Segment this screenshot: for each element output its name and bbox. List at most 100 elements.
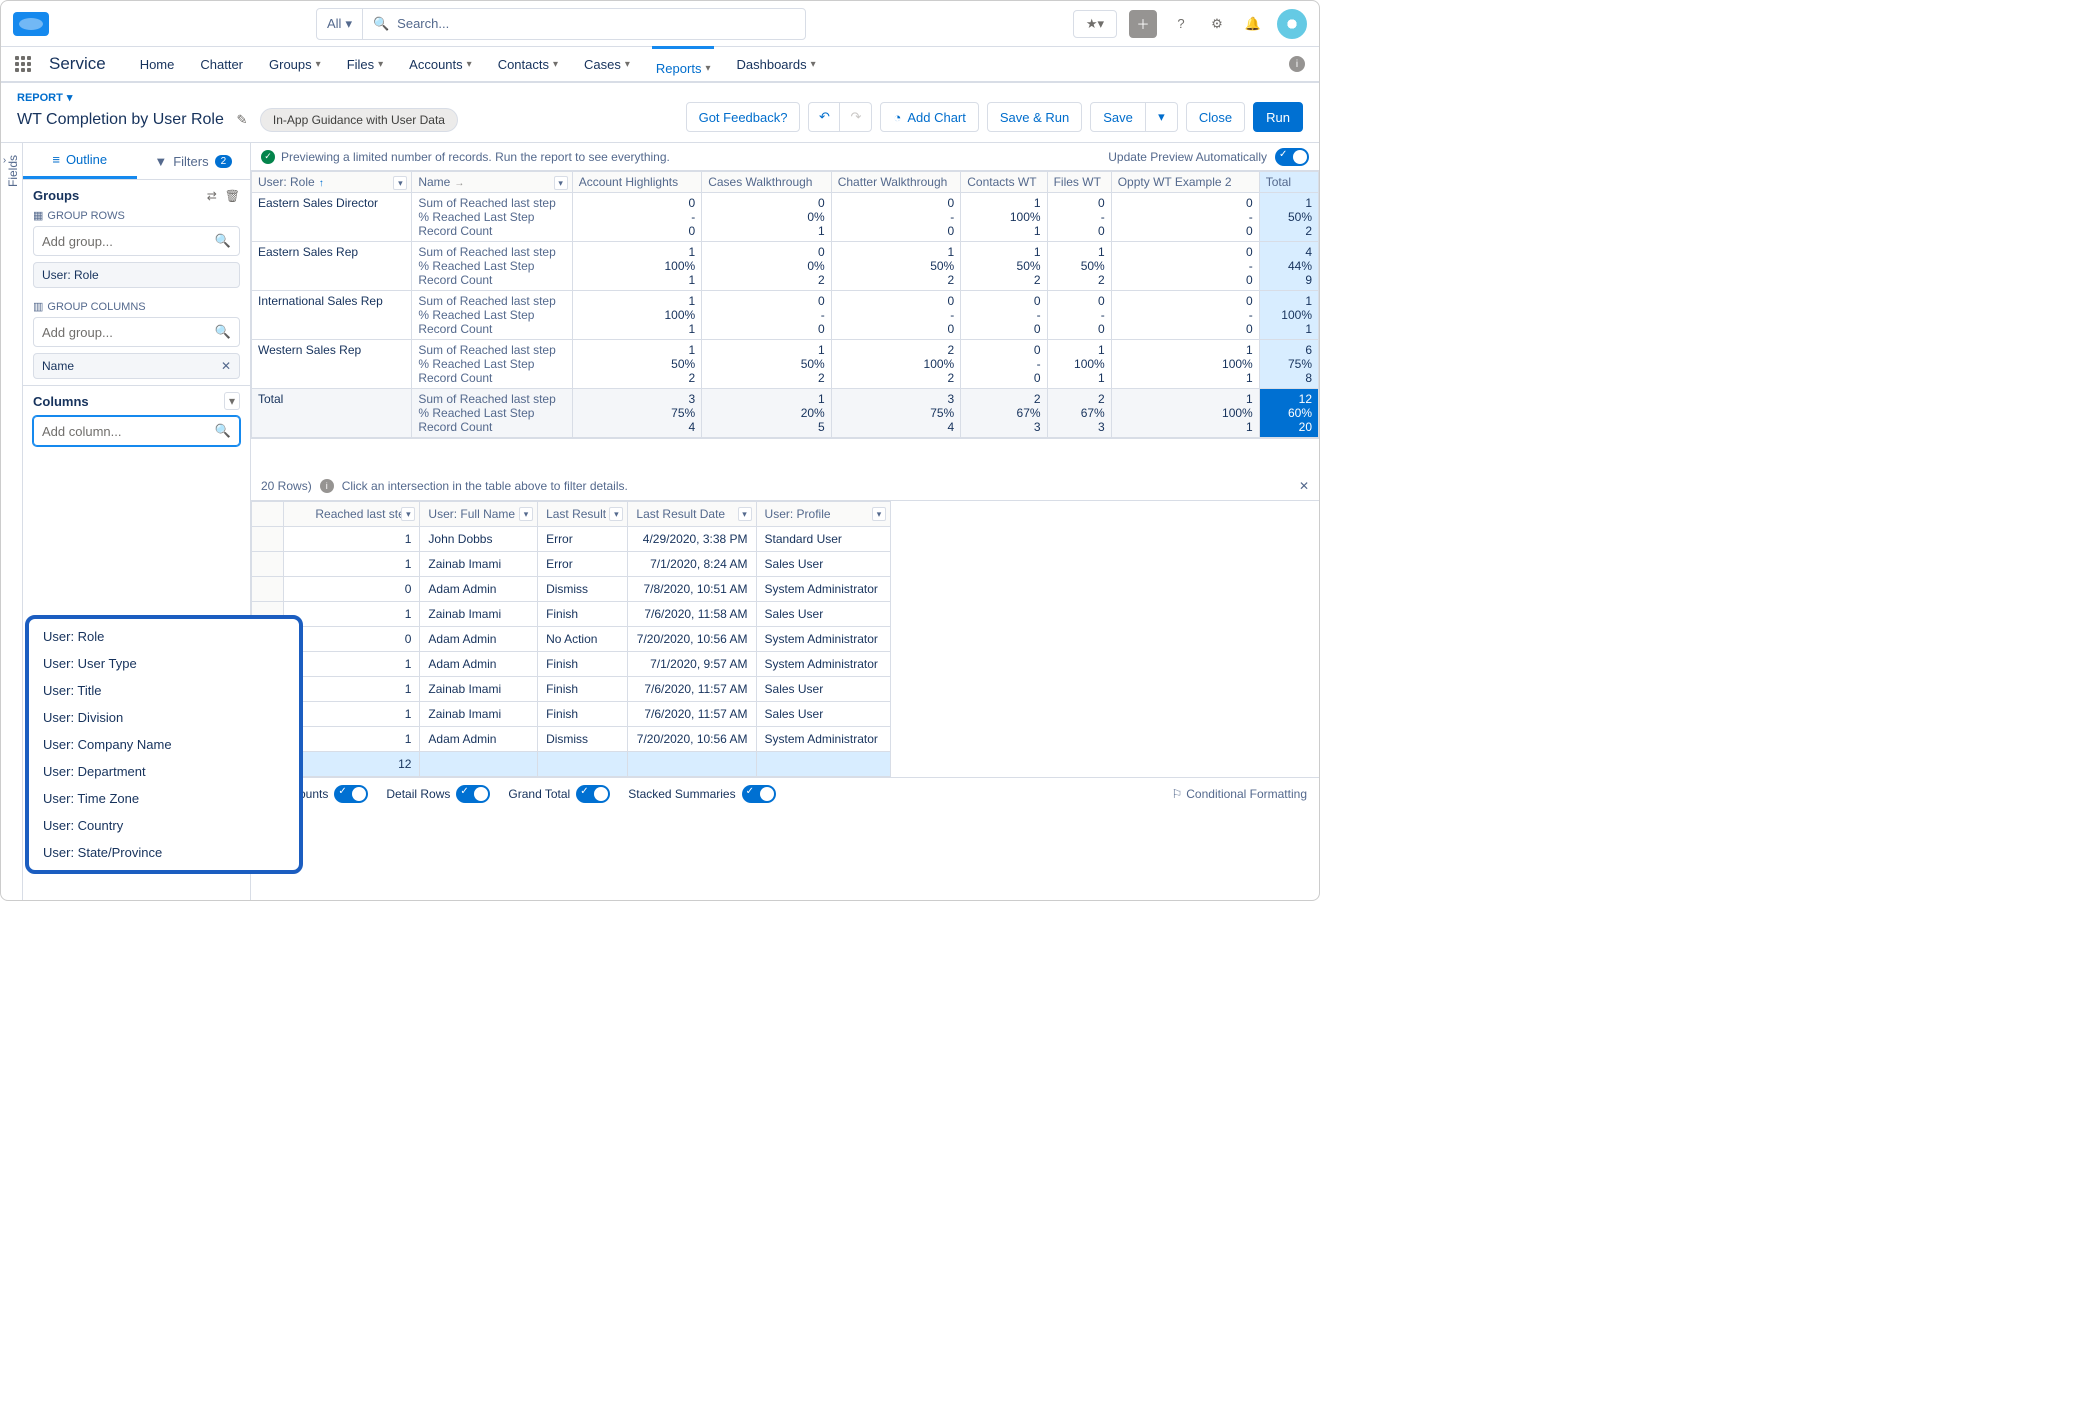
info-icon[interactable]: i xyxy=(320,479,334,493)
detail-cell[interactable]: Adam Admin xyxy=(420,577,538,602)
chevron-down-icon[interactable]: ▾ xyxy=(554,176,568,190)
app-launcher-icon[interactable] xyxy=(15,56,31,72)
detail-cell[interactable]: Zainab Imami xyxy=(420,602,538,627)
pivot-cell[interactable]: 0-0 xyxy=(831,291,961,340)
chevron-down-icon[interactable]: ▾ xyxy=(519,507,533,521)
pivot-cell[interactable]: 150%2 xyxy=(961,242,1047,291)
detail-cell[interactable]: Adam Admin xyxy=(420,627,538,652)
chevron-down-icon[interactable]: ▾ xyxy=(609,507,623,521)
detail-cell[interactable]: 0 xyxy=(283,627,420,652)
chevron-down-icon[interactable]: ▾ xyxy=(738,507,752,521)
pivot-cell[interactable]: 1100%1 xyxy=(572,242,702,291)
fields-rail-collapsed[interactable]: › Fields xyxy=(1,143,23,900)
detail-cell[interactable]: Dismiss xyxy=(538,577,628,602)
col-header[interactable]: Contacts WT xyxy=(961,172,1047,193)
detail-cell[interactable]: Dismiss xyxy=(538,727,628,752)
detail-cell[interactable]: 4/29/2020, 3:38 PM xyxy=(628,527,756,552)
group-chip-name[interactable]: Name✕ xyxy=(33,353,240,379)
col-header[interactable]: Cases Walkthrough xyxy=(702,172,832,193)
pivot-cell[interactable]: 0-0 xyxy=(831,193,961,242)
detail-cell[interactable]: Sales User xyxy=(756,602,890,627)
gear-icon[interactable]: ⚙ xyxy=(1205,12,1229,36)
detail-cell[interactable]: 1 xyxy=(283,702,420,727)
detail-col-header[interactable]: User: Full Name▾ xyxy=(420,502,538,527)
nav-dashboards[interactable]: Dashboards▾ xyxy=(732,57,819,72)
pivot-cell[interactable]: 2100%2 xyxy=(831,340,961,389)
detail-col-header[interactable]: Reached last step▾ xyxy=(283,502,420,527)
pivot-row-label[interactable]: Eastern Sales Rep xyxy=(252,242,412,291)
report-type-label[interactable]: REPORT▾ xyxy=(17,91,686,104)
detail-cell[interactable]: Finish xyxy=(538,602,628,627)
save-button[interactable]: Save xyxy=(1090,102,1146,132)
detail-cell[interactable]: Finish xyxy=(538,677,628,702)
pivot-cell[interactable]: 1100%1 xyxy=(572,291,702,340)
pivot-cell[interactable]: 0-0 xyxy=(572,193,702,242)
conditional-formatting-button[interactable]: ⚐Conditional Formatting xyxy=(1172,787,1308,801)
col-header[interactable]: Account Highlights xyxy=(572,172,702,193)
chevron-down-icon[interactable]: ▾ xyxy=(393,176,407,190)
pivot-cell[interactable]: 150%2 xyxy=(1259,193,1318,242)
detail-cell[interactable]: 1 xyxy=(283,527,420,552)
detail-cell[interactable]: Sales User xyxy=(756,702,890,727)
detail-cell[interactable]: Adam Admin xyxy=(420,727,538,752)
detail-col-header[interactable]: Last Result Date▾ xyxy=(628,502,756,527)
detail-cell[interactable]: 1 xyxy=(283,677,420,702)
pivot-cell[interactable]: 0-0 xyxy=(961,291,1047,340)
detail-cell[interactable]: Adam Admin xyxy=(420,652,538,677)
detail-col-header[interactable]: Last Result▾ xyxy=(538,502,628,527)
delete-icon[interactable]: 🗑 xyxy=(225,189,240,203)
user-avatar[interactable] xyxy=(1277,9,1307,39)
detail-cell[interactable]: 7/1/2020, 8:24 AM xyxy=(628,552,756,577)
edit-title-icon[interactable]: ✎ xyxy=(234,112,250,128)
detail-cell[interactable]: Zainab Imami xyxy=(420,702,538,727)
run-button[interactable]: Run xyxy=(1253,102,1303,132)
detail-cell[interactable]: 7/6/2020, 11:57 AM xyxy=(628,677,756,702)
close-icon[interactable]: ✕ xyxy=(221,359,231,373)
redo-button[interactable]: ↷ xyxy=(840,102,872,132)
detail-cell[interactable]: 7/1/2020, 9:57 AM xyxy=(628,652,756,677)
pivot-cell[interactable]: 0-0 xyxy=(1111,193,1259,242)
col-header-user-role[interactable]: User: Role↑▾ xyxy=(252,172,412,193)
detail-cell[interactable]: System Administrator xyxy=(756,627,890,652)
detail-cell[interactable]: Zainab Imami xyxy=(420,677,538,702)
dropdown-item[interactable]: User: Time Zone xyxy=(29,785,299,812)
got-feedback-button[interactable]: Got Feedback? xyxy=(686,102,801,132)
add-column-input[interactable]: Add column...🔍 xyxy=(33,416,240,446)
chevron-down-icon[interactable]: ▾ xyxy=(401,507,415,521)
detail-cell[interactable]: Error xyxy=(538,527,628,552)
close-detail-icon[interactable]: ✕ xyxy=(1299,479,1309,493)
pivot-cell[interactable]: 0-0 xyxy=(961,340,1047,389)
nav-info-icon[interactable]: i xyxy=(1289,56,1305,72)
save-and-run-button[interactable]: Save & Run xyxy=(987,102,1082,132)
detail-cell[interactable]: No Action xyxy=(538,627,628,652)
pivot-cell[interactable]: 0-0 xyxy=(1111,242,1259,291)
pivot-cell[interactable]: 150%2 xyxy=(1047,242,1111,291)
detail-cell[interactable]: 7/6/2020, 11:58 AM xyxy=(628,602,756,627)
tab-filters[interactable]: ▼Filters2 xyxy=(137,143,251,179)
chevron-down-icon[interactable]: ▾ xyxy=(224,392,240,410)
grand-total-toggle[interactable] xyxy=(576,785,610,803)
detail-cell[interactable]: Finish xyxy=(538,652,628,677)
help-icon[interactable]: ? xyxy=(1169,12,1193,36)
pivot-row-label[interactable]: Western Sales Rep xyxy=(252,340,412,389)
detail-cell[interactable]: Zainab Imami xyxy=(420,552,538,577)
pivot-cell[interactable]: 1100%1 xyxy=(1111,340,1259,389)
col-header[interactable]: Oppty WT Example 2 xyxy=(1111,172,1259,193)
col-header[interactable]: Chatter Walkthrough xyxy=(831,172,961,193)
detail-cell[interactable]: Error xyxy=(538,552,628,577)
add-group-cols-input[interactable]: Add group...🔍 xyxy=(33,317,240,347)
global-search[interactable]: All▾ 🔍Search... xyxy=(316,8,806,40)
pivot-cell[interactable]: 1100%1 xyxy=(961,193,1047,242)
group-chip-user-role[interactable]: User: Role xyxy=(33,262,240,288)
dropdown-item[interactable]: User: Title xyxy=(29,677,299,704)
chevron-down-icon[interactable]: ▾ xyxy=(872,507,886,521)
pivot-cell[interactable]: 0-0 xyxy=(1111,291,1259,340)
detail-cell[interactable]: 1 xyxy=(283,652,420,677)
detail-cell[interactable]: 7/8/2020, 10:51 AM xyxy=(628,577,756,602)
nav-chatter[interactable]: Chatter xyxy=(196,57,247,72)
pivot-cell[interactable]: 0-0 xyxy=(1047,291,1111,340)
nav-groups[interactable]: Groups▾ xyxy=(265,57,325,72)
swap-icon[interactable]: ⇄ xyxy=(207,189,217,203)
nav-cases[interactable]: Cases▾ xyxy=(580,57,634,72)
col-header-name[interactable]: Name→▾ xyxy=(412,172,572,193)
